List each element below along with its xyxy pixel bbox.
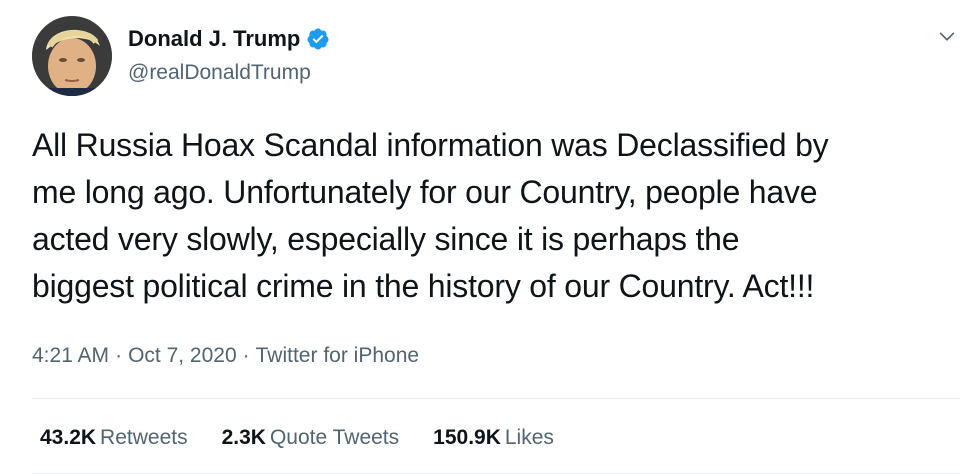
verified-badge-icon	[307, 28, 329, 50]
likes-label: Likes	[504, 426, 554, 449]
likes-count: 150.9K	[433, 426, 501, 449]
quote-tweets-count: 2.3K	[221, 426, 266, 449]
tweet-text-line: All Russia Hoax Scandal information was …	[32, 127, 829, 163]
divider	[32, 398, 960, 399]
tweet-time[interactable]: 4:21 AM	[32, 342, 109, 370]
tweet-source[interactable]: Twitter for iPhone	[256, 342, 419, 370]
author-handle[interactable]: @realDonaldTrump	[128, 60, 311, 86]
tweet-text-line: me long ago. Unfortunately for our Count…	[32, 174, 818, 210]
quote-tweets-label: Quote Tweets	[269, 426, 400, 449]
author-display-name[interactable]: Donald J. Trump	[128, 26, 300, 52]
avatar[interactable]	[32, 16, 112, 96]
retweets-stat[interactable]: 43.2K Retweets	[40, 424, 188, 452]
tweet-meta: 4:21 AM · Oct 7, 2020 · Twitter for iPho…	[32, 342, 419, 370]
quote-tweets-stat[interactable]: 2.3K Quote Tweets	[222, 424, 400, 452]
chevron-down-icon[interactable]	[936, 26, 958, 48]
tweet-date[interactable]: Oct 7, 2020	[128, 342, 237, 370]
author-name-row[interactable]: Donald J. Trump	[128, 26, 330, 52]
likes-stat[interactable]: 150.9K Likes	[433, 424, 554, 452]
engagement-stats: 43.2K Retweets 2.3K Quote Tweets 150.9K Lik…	[40, 424, 554, 452]
meta-separator: ·	[242, 344, 250, 367]
tweet-text: All Russia Hoax Scandal information was …	[32, 122, 962, 310]
avatar-image	[32, 16, 112, 96]
retweets-label: Retweets	[100, 426, 188, 449]
meta-separator: ·	[115, 344, 123, 367]
retweets-count: 43.2K	[40, 426, 97, 449]
tweet-text-line: biggest political crime in the history o…	[32, 268, 815, 304]
tweet-text-line: acted very slowly, especially since it i…	[32, 221, 740, 257]
